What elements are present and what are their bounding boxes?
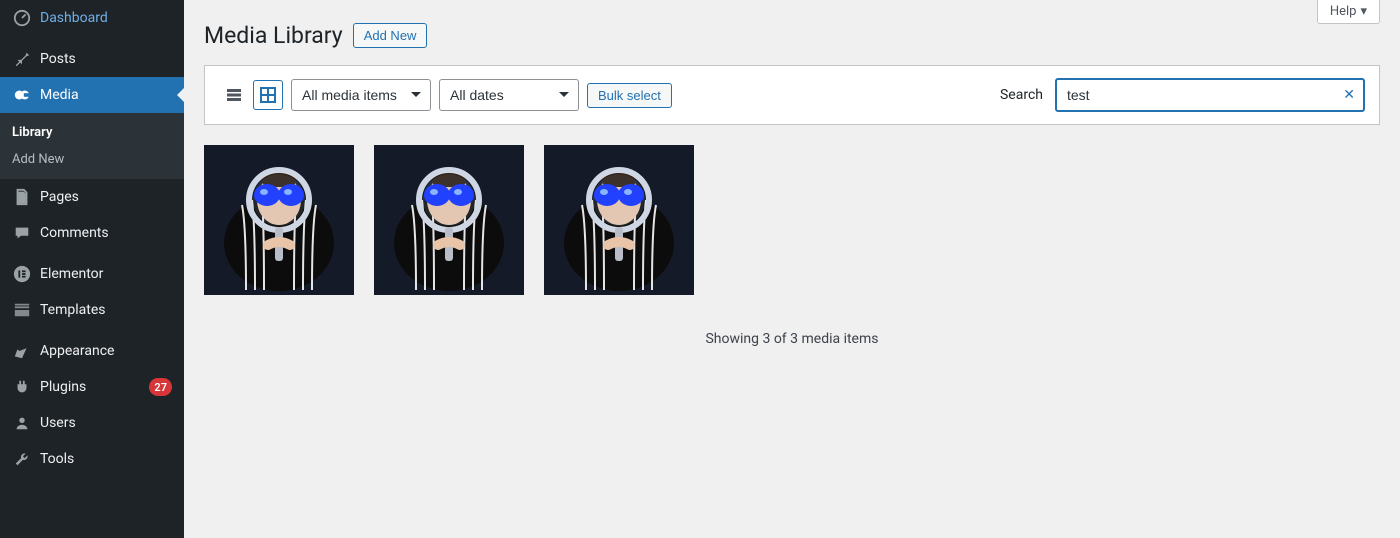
pin-icon	[12, 49, 32, 69]
date-filter-wrap: All dates	[439, 79, 579, 111]
sidebar-item-dashboard[interactable]: Dashboard	[0, 0, 184, 36]
filter-toolbar: All media items All dates Bulk select Se…	[204, 65, 1380, 125]
templates-icon	[12, 300, 32, 320]
sidebar-subitem-add-new[interactable]: Add New	[0, 146, 184, 173]
clear-search-icon[interactable]: ✕	[1339, 85, 1359, 105]
add-new-button[interactable]: Add New	[353, 23, 428, 48]
view-toggle	[219, 80, 283, 110]
sidebar-item-pages[interactable]: Pages	[0, 179, 184, 215]
sidebar-item-posts[interactable]: Posts	[0, 41, 184, 77]
sidebar-item-tools[interactable]: Tools	[0, 441, 184, 477]
sidebar-item-comments[interactable]: Comments	[0, 215, 184, 251]
chevron-down-icon: ▾	[1360, 4, 1367, 19]
sidebar-item-plugins[interactable]: Plugins 27	[0, 369, 184, 405]
sidebar-item-appearance[interactable]: Appearance	[0, 333, 184, 369]
media-thumbnail[interactable]	[544, 145, 694, 295]
users-icon	[12, 413, 32, 433]
search-wrap: ✕	[1055, 78, 1365, 112]
media-type-filter[interactable]: All media items	[291, 79, 431, 111]
grid-view-button[interactable]	[253, 80, 283, 110]
bulk-select-button[interactable]: Bulk select	[587, 83, 672, 108]
appearance-icon	[12, 341, 32, 361]
sidebar-item-label: Templates	[40, 302, 172, 318]
sidebar-item-users[interactable]: Users	[0, 405, 184, 441]
sidebar-item-label: Elementor	[40, 266, 172, 282]
main-content: Help ▾ Media Library Add New All media i…	[184, 0, 1400, 538]
sidebar-item-label: Dashboard	[40, 10, 172, 26]
tools-icon	[12, 449, 32, 469]
sidebar-item-label: Media	[40, 87, 172, 103]
sidebar-item-label: Posts	[40, 51, 172, 67]
sidebar-item-label: Pages	[40, 189, 172, 205]
search-input[interactable]	[1055, 78, 1365, 112]
admin-sidebar: Dashboard Posts Media Library Add New Pa…	[0, 0, 184, 538]
plugins-update-badge: 27	[149, 378, 172, 396]
sidebar-item-label: Users	[40, 415, 172, 431]
date-filter[interactable]: All dates	[439, 79, 579, 111]
heading-row: Media Library Add New	[204, 22, 1380, 49]
help-label: Help	[1330, 4, 1357, 19]
list-view-button[interactable]	[219, 80, 249, 110]
sidebar-item-media[interactable]: Media	[0, 77, 184, 113]
sidebar-item-elementor[interactable]: Elementor	[0, 256, 184, 292]
sidebar-item-label: Comments	[40, 225, 172, 241]
media-thumbnail[interactable]	[374, 145, 524, 295]
media-submenu: Library Add New	[0, 113, 184, 179]
sidebar-item-label: Appearance	[40, 343, 172, 359]
sidebar-item-label: Plugins	[40, 379, 137, 395]
media-type-filter-wrap: All media items	[291, 79, 431, 111]
sidebar-subitem-library[interactable]: Library	[0, 119, 184, 146]
page-title: Media Library	[204, 22, 343, 49]
media-grid	[204, 145, 1380, 295]
comments-icon	[12, 223, 32, 243]
help-tab[interactable]: Help ▾	[1317, 0, 1380, 24]
elementor-icon	[12, 264, 32, 284]
sidebar-item-templates[interactable]: Templates	[0, 292, 184, 328]
dashboard-icon	[12, 8, 32, 28]
plugins-icon	[12, 377, 32, 397]
media-icon	[12, 85, 32, 105]
results-status: Showing 3 of 3 media items	[204, 331, 1380, 347]
media-thumbnail[interactable]	[204, 145, 354, 295]
sidebar-item-label: Tools	[40, 451, 172, 467]
pages-icon	[12, 187, 32, 207]
search-label: Search	[1000, 87, 1043, 103]
